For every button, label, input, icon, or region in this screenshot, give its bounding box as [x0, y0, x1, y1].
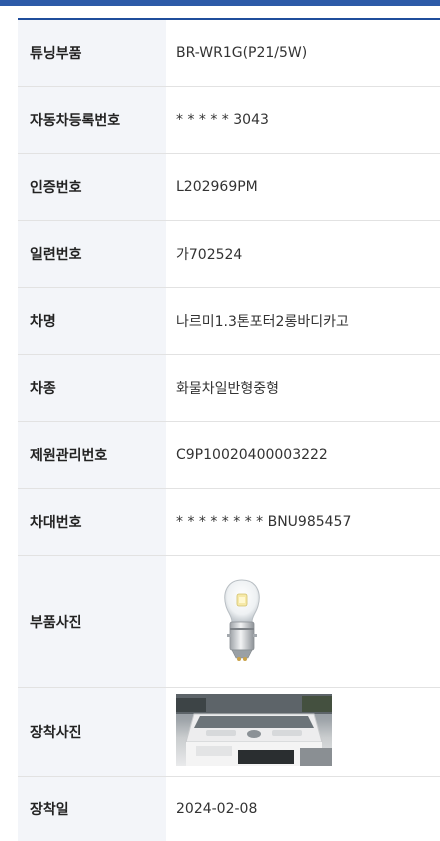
row-label: 차대번호: [18, 489, 166, 555]
install-date-row: 장착일 2024-02-08: [18, 777, 440, 841]
part-photo[interactable]: [220, 578, 264, 666]
install-photo-label: 장착사진: [18, 688, 166, 776]
install-photo-cell: [166, 688, 440, 776]
row-label: 제원관리번호: [18, 422, 166, 488]
part-photo-cell: [166, 556, 440, 687]
row-label: 인증번호: [18, 154, 166, 220]
install-photo-row: 장착사진: [18, 688, 440, 777]
table-row: 자동차등록번호 * * * * * 3043: [18, 87, 440, 154]
row-value: C9P10020400003222: [176, 447, 328, 463]
table-row: 차대번호 * * * * * * * * BNU985457: [18, 489, 440, 556]
row-label: 차명: [18, 288, 166, 354]
row-value: 가702524: [176, 247, 243, 263]
install-photo[interactable]: [176, 694, 332, 766]
tuning-info-table: 튜닝부품 BR-WR1G(P21/5W) 자동차등록번호 * * * * * 3…: [18, 18, 440, 841]
table-row: 차종 화물차일반형중형: [18, 355, 440, 422]
blurred-plate-right: [300, 748, 332, 766]
table-row: 인증번호 L202969PM: [18, 154, 440, 221]
row-label: 일련번호: [18, 221, 166, 287]
row-value: L202969PM: [176, 179, 258, 195]
row-label: 차종: [18, 355, 166, 421]
row-value: 나르미1.3톤포터2롱바디카고: [176, 314, 349, 330]
row-label: 자동차등록번호: [18, 87, 166, 153]
table-row: 튜닝부품 BR-WR1G(P21/5W): [18, 20, 440, 87]
row-value: * * * * * * * * BNU985457: [176, 514, 352, 530]
top-accent-bar: [0, 0, 440, 6]
row-label: 튜닝부품: [18, 20, 166, 86]
table-row: 제원관리번호 C9P10020400003222: [18, 422, 440, 489]
table-row: 일련번호 가702524: [18, 221, 440, 288]
part-photo-row: 부품사진: [18, 556, 440, 688]
led-bulb-icon: [224, 578, 260, 661]
row-value: 화물차일반형중형: [176, 381, 280, 397]
blurred-plate-left: [238, 750, 294, 764]
table-row: 차명 나르미1.3톤포터2롱바디카고: [18, 288, 440, 355]
row-value: * * * * * 3043: [176, 112, 269, 128]
row-value: BR-WR1G(P21/5W): [176, 45, 308, 61]
install-date-value: 2024-02-08: [176, 801, 258, 817]
install-date-label: 장착일: [18, 777, 166, 841]
part-photo-label: 부품사진: [18, 556, 166, 687]
